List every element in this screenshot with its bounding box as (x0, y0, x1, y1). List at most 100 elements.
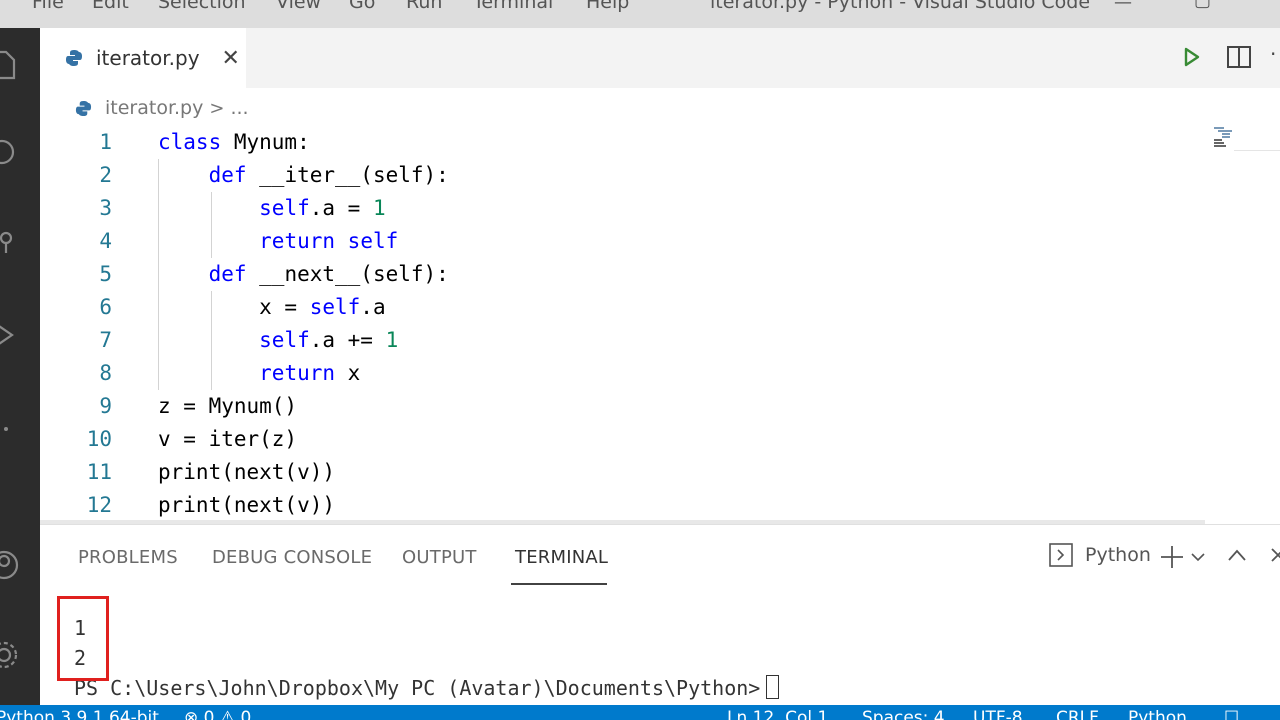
code-text: class Mynum: (158, 126, 310, 159)
source-control-icon[interactable] (0, 226, 20, 260)
encoding[interactable]: UTF-8 (973, 708, 1023, 720)
cursor-position[interactable]: Ln 12, Col 1 (727, 708, 828, 720)
keyword-token: return (259, 229, 336, 253)
line-number: 4 (99, 229, 112, 253)
breadcrumb-symbols[interactable]: ... (230, 97, 248, 119)
menu-file[interactable]: File (32, 0, 64, 13)
code-token: print(next(v)) (158, 460, 336, 484)
title-bar: File Edit Selection View Go Run Terminal… (0, 0, 1280, 28)
tab-iterator-py[interactable]: iterator.py ✕ (40, 28, 246, 88)
explorer-icon[interactable] (0, 48, 20, 82)
code-text: self.a = 1 (158, 192, 386, 225)
code-line[interactable]: 8 return x (40, 357, 1205, 390)
code-token: .a = (309, 196, 373, 220)
tab-problems[interactable]: PROBLEMS (78, 547, 178, 568)
code-line[interactable]: 7 self.a += 1 (40, 324, 1205, 357)
tab-terminal[interactable]: TERMINAL (515, 547, 608, 568)
problems-count[interactable]: ⊗ 0 ⚠ 0 (184, 708, 251, 720)
minimap-slider (1234, 150, 1280, 151)
language-mode[interactable]: Python (1128, 708, 1187, 720)
menu-terminal[interactable]: Terminal (473, 0, 553, 13)
new-terminal-icon[interactable] (1159, 545, 1185, 569)
code-token: __iter__(self): (246, 163, 449, 187)
extensions-icon[interactable] (0, 413, 20, 447)
feedback-icon[interactable]: ☐ (1224, 708, 1239, 720)
menu-selection[interactable]: Selection (158, 0, 246, 13)
search-icon[interactable] (0, 136, 20, 170)
menu-help[interactable]: Help (586, 0, 629, 13)
keyword-token: def (208, 163, 247, 187)
tab-output[interactable]: OUTPUT (402, 547, 477, 568)
run-debug-icon[interactable] (0, 318, 20, 352)
code-token: x (335, 361, 361, 385)
minimap[interactable] (1212, 126, 1238, 148)
account-icon[interactable] (0, 548, 20, 582)
code-line[interactable]: 11 print(next(v)) (40, 456, 1205, 489)
terminal-name: Python (1085, 544, 1151, 566)
terminal-selector[interactable]: Python (1049, 543, 1151, 567)
python-interpreter[interactable]: Python 3.9.1 64-bit (0, 708, 159, 720)
code-line[interactable]: 4 return self (40, 225, 1205, 258)
keyword-token: self (259, 196, 310, 220)
close-panel-icon[interactable] (1270, 547, 1280, 563)
maximize-panel-icon[interactable] (1227, 548, 1247, 562)
menu-run[interactable]: Run (406, 0, 442, 13)
line-number: 8 (99, 361, 112, 385)
maximize-icon[interactable]: ▢ (1194, 0, 1211, 11)
window-title: iterator.py - Python - Visual Studio Cod… (710, 0, 1091, 13)
line-number: 2 (99, 163, 112, 187)
terminal-cursor (766, 675, 780, 699)
menu-view[interactable]: View (276, 0, 321, 13)
keyword-token: self (347, 229, 399, 253)
code-line[interactable]: 1 class Mynum: (40, 126, 1205, 159)
code-line[interactable]: 2 def __iter__(self): (40, 159, 1205, 192)
code-text: x = self.a (158, 291, 386, 324)
settings-gear-icon[interactable] (0, 638, 20, 672)
code-line[interactable]: 3 self.a = 1 (40, 192, 1205, 225)
code-token: __next__(self): (246, 262, 449, 286)
code-text: def __iter__(self): (158, 159, 449, 192)
line-ending[interactable]: CRLF (1056, 708, 1099, 720)
code-token: print(next(v)) (158, 493, 336, 517)
terminal-prompt-line: PS C:\Users\John\Dropbox\My PC (Avatar)\… (74, 673, 780, 703)
code-token: .a (360, 295, 386, 319)
code-text: v = iter(z) (158, 423, 297, 456)
close-icon[interactable]: ✕ (222, 46, 240, 71)
split-editor-icon[interactable] (1226, 45, 1252, 69)
terminal-prompt: PS C:\Users\John\Dropbox\My PC (Avatar)\… (74, 676, 761, 700)
breadcrumb-file[interactable]: iterator.py (105, 97, 203, 119)
line-number: 9 (99, 394, 112, 418)
terminal-shell-icon (1049, 543, 1073, 567)
code-text: self.a += 1 (158, 324, 398, 357)
chevron-down-icon[interactable] (1191, 552, 1205, 562)
active-tab-indicator (511, 583, 607, 585)
keyword-token: self (309, 295, 361, 319)
code-line[interactable]: 10 v = iter(z) (40, 423, 1205, 456)
number-token: 1 (385, 328, 399, 352)
breadcrumb: iterator.py > ... (40, 88, 1280, 128)
menu-edit[interactable]: Edit (92, 0, 129, 13)
indentation[interactable]: Spaces: 4 (862, 708, 945, 720)
code-editor[interactable]: 1 class Mynum: 2 def __iter__(self): 3 self… (40, 126, 1205, 521)
tab-label: iterator.py (96, 46, 200, 70)
line-number: 1 (99, 130, 112, 154)
line-number: 5 (99, 262, 112, 286)
code-line[interactable]: 9 z = Mynum() (40, 390, 1205, 423)
code-line[interactable]: 6 x = self.a (40, 291, 1205, 324)
line-number: 10 (86, 427, 112, 451)
status-bar: Python 3.9.1 64-bit ⊗ 0 ⚠ 0 Ln 12, Col 1… (0, 705, 1280, 720)
keyword-token: return (259, 361, 336, 385)
line-number: 3 (99, 196, 112, 220)
number-token: 1 (372, 196, 386, 220)
code-line[interactable]: 12 print(next(v)) (40, 489, 1205, 522)
code-text: return x (158, 357, 360, 390)
menu-go[interactable]: Go (349, 0, 375, 13)
run-python-file-icon[interactable] (1182, 46, 1202, 68)
code-line[interactable]: 5 def __next__(self): (40, 258, 1205, 291)
tab-debug-console[interactable]: DEBUG CONSOLE (212, 547, 372, 568)
panel-tabs: PROBLEMS DEBUG CONSOLE OUTPUT TERMINAL P… (40, 525, 1280, 585)
code-text: z = Mynum() (158, 390, 297, 423)
more-actions-icon[interactable]: · (1270, 42, 1276, 66)
python-file-icon (66, 50, 82, 66)
minimize-icon[interactable]: — (1114, 0, 1132, 13)
